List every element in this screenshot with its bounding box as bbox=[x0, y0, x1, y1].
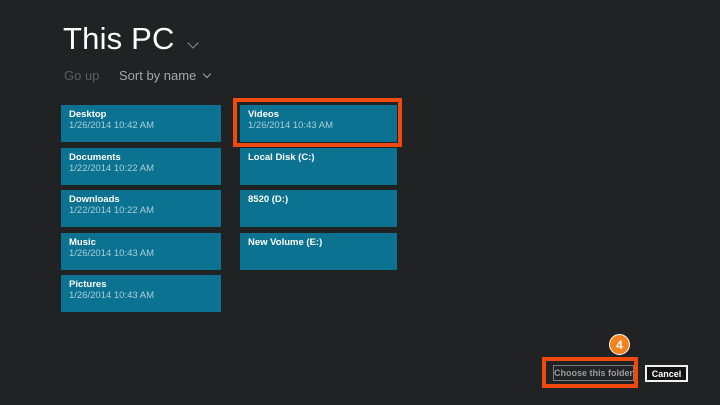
tile-name: Documents bbox=[69, 152, 221, 163]
tile-name: New Volume (E:) bbox=[248, 237, 397, 248]
go-up-button[interactable]: Go up bbox=[64, 68, 99, 83]
chevron-down-icon bbox=[189, 34, 197, 52]
tile-date: 1/26/2014 10:43 AM bbox=[69, 290, 221, 301]
location-header[interactable]: This PC bbox=[63, 22, 197, 56]
tile-date: 1/26/2014 10:42 AM bbox=[69, 120, 221, 131]
cancel-button[interactable]: Cancel bbox=[645, 365, 688, 382]
tile-name: 8520 (D:) bbox=[248, 194, 397, 205]
tile-date: 1/22/2014 10:22 AM bbox=[69, 205, 221, 216]
tile-local-disk-c[interactable]: Local Disk (C:) bbox=[240, 148, 397, 185]
tile-column-1: Desktop 1/26/2014 10:42 AM Documents 1/2… bbox=[61, 105, 221, 312]
tile-drive-d[interactable]: 8520 (D:) bbox=[240, 190, 397, 227]
tile-pictures[interactable]: Pictures 1/26/2014 10:43 AM bbox=[61, 275, 221, 312]
step-number-badge: 4 bbox=[609, 334, 630, 355]
tile-name: Downloads bbox=[69, 194, 221, 205]
highlight-box-choose-folder bbox=[542, 357, 638, 388]
highlight-box-videos bbox=[233, 98, 402, 147]
tile-name: Local Disk (C:) bbox=[248, 152, 397, 163]
page-title: This PC bbox=[63, 22, 175, 56]
file-picker-window: This PC Go up Sort by name Desktop 1/26/… bbox=[0, 0, 720, 405]
tile-desktop[interactable]: Desktop 1/26/2014 10:42 AM bbox=[61, 105, 221, 142]
tile-name: Pictures bbox=[69, 279, 221, 290]
tile-new-volume-e[interactable]: New Volume (E:) bbox=[240, 233, 397, 270]
tile-downloads[interactable]: Downloads 1/22/2014 10:22 AM bbox=[61, 190, 221, 227]
chevron-down-icon bbox=[203, 70, 211, 78]
tile-documents[interactable]: Documents 1/22/2014 10:22 AM bbox=[61, 148, 221, 185]
sort-by-dropdown[interactable]: Sort by name bbox=[119, 68, 210, 83]
tile-date: 1/22/2014 10:22 AM bbox=[69, 163, 221, 174]
tile-music[interactable]: Music 1/26/2014 10:43 AM bbox=[61, 233, 221, 270]
tile-name: Desktop bbox=[69, 109, 221, 120]
tile-name: Music bbox=[69, 237, 221, 248]
tile-date: 1/26/2014 10:43 AM bbox=[69, 248, 221, 259]
sort-by-label: Sort by name bbox=[119, 68, 196, 83]
